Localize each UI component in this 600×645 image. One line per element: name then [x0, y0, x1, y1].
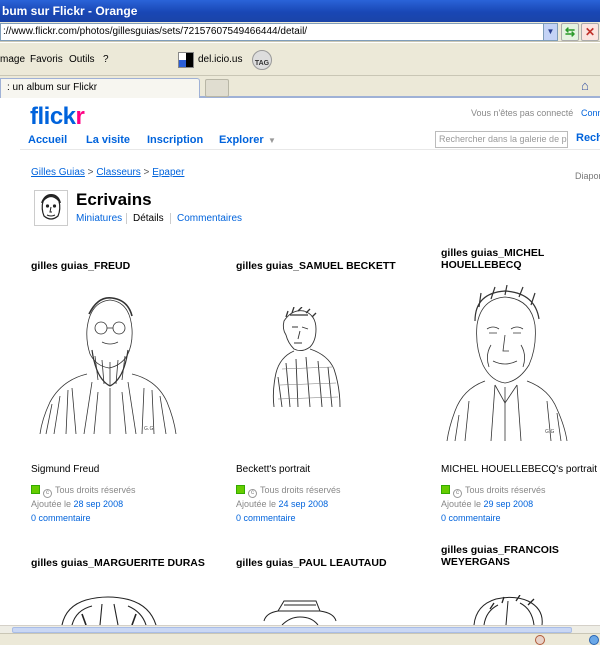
photo-leautaud[interactable] [260, 599, 340, 625]
horizontal-scrollbar[interactable] [0, 625, 600, 633]
license-icon [441, 485, 450, 494]
date-added: Ajoutée le 28 sep 2008 [31, 499, 124, 509]
stop-icon[interactable]: ✕ [581, 23, 599, 41]
subnav-divider [170, 213, 171, 224]
tab-details: Détails [133, 213, 164, 224]
date-added: Ajoutée le 29 sep 2008 [441, 499, 534, 509]
license-info: c Tous droits réservés [441, 485, 546, 498]
signin-note: Vous n'êtes pas connecté [471, 108, 574, 118]
comments-link[interactable]: 0 commentaire [236, 513, 296, 523]
delicious-icon[interactable] [178, 52, 194, 68]
menu-bar: mage Favoris Outils ? del.icio.us TAG [0, 43, 600, 76]
status-bar [0, 633, 600, 645]
avatar[interactable] [34, 190, 68, 226]
license-icon [236, 485, 245, 494]
subnav-divider [126, 213, 127, 224]
copyright-icon: c [43, 489, 52, 498]
photo-card: gilles guias_MICHEL HOUELLEBECQ [441, 247, 591, 271]
search-button[interactable]: Rech [576, 132, 600, 144]
date-link[interactable]: 28 sep 2008 [74, 499, 124, 509]
flickr-logo[interactable]: flickr [30, 103, 85, 131]
window-title-bar: bum sur Flickr - Orange [0, 0, 600, 22]
globe-icon[interactable] [589, 635, 599, 645]
address-bar: ://www.flickr.com/photos/gillesguias/set… [0, 22, 600, 42]
delicious-button[interactable]: del.icio.us [198, 54, 242, 65]
menu-outils[interactable]: Outils [69, 54, 95, 65]
photo-duras[interactable] [52, 594, 162, 625]
svg-text:G.G: G.G [144, 426, 153, 432]
menu-image[interactable]: mage [0, 54, 25, 65]
tab-bar: : un album sur Flickr ⌂ [0, 76, 600, 98]
security-icon[interactable] [535, 635, 545, 645]
slideshow-link[interactable]: Diapor [575, 171, 600, 181]
url-field[interactable]: ://www.flickr.com/photos/gillesguias/set… [0, 23, 544, 41]
license-icon [31, 485, 40, 494]
refresh-icon[interactable]: ⇆ [561, 23, 579, 41]
photo-title[interactable]: gilles guias_PAUL LEAUTAUD [236, 557, 426, 569]
tab-flickr-album[interactable]: : un album sur Flickr [0, 78, 200, 98]
breadcrumb-collections[interactable]: Classeurs [96, 167, 140, 178]
svg-text:G.G: G.G [545, 429, 554, 435]
photo-title[interactable]: gilles guias_MARGUERITE DURAS [31, 557, 221, 569]
set-title: Ecrivains [76, 190, 152, 209]
copyright-icon: c [248, 489, 257, 498]
signin-link[interactable]: Conn [581, 108, 600, 118]
menu-help[interactable]: ? [103, 54, 109, 65]
photo-weyergans[interactable] [468, 594, 548, 625]
nav-accueil[interactable]: Accueil [28, 134, 67, 146]
nav-divider [20, 149, 600, 150]
photo-beckett[interactable] [262, 306, 348, 418]
photo-title[interactable]: gilles guias_MICHEL HOUELLEBECQ [441, 247, 591, 271]
copyright-icon: c [453, 489, 462, 498]
breadcrumb-owner[interactable]: Gilles Guias [31, 167, 85, 178]
date-link[interactable]: 29 sep 2008 [484, 499, 534, 509]
photo-houellebecq[interactable]: G.G [441, 284, 573, 444]
nav-inscription[interactable]: Inscription [147, 134, 203, 146]
photo-card: gilles guias_SAMUEL BECKETT [236, 260, 426, 272]
photo-card: gilles guias_PAUL LEAUTAUD [236, 557, 426, 569]
explorer-dropdown-icon[interactable]: ▼ [268, 136, 276, 145]
date-added: Ajoutée le 24 sep 2008 [236, 499, 329, 509]
comments-link[interactable]: 0 commentaire [31, 513, 91, 523]
window-title: bum sur Flickr - Orange [2, 4, 138, 18]
license-info: c Tous droits réservés [31, 485, 136, 498]
breadcrumb: Gilles Guias > Classeurs > Epaper [31, 167, 185, 178]
new-tab-button[interactable] [205, 79, 229, 97]
breadcrumb-epaper[interactable]: Epaper [152, 167, 184, 178]
photo-title[interactable]: gilles guias_FRANCOIS WEYERGANS [441, 544, 591, 568]
photo-card: gilles guias_MARGUERITE DURAS [31, 557, 221, 569]
search-input[interactable]: Rechercher dans la galerie de pho [435, 131, 568, 148]
photo-card: gilles guias_FRANCOIS WEYERGANS [441, 544, 591, 568]
photo-freud[interactable]: G.G [32, 284, 180, 439]
tab-commentaires[interactable]: Commentaires [177, 213, 242, 224]
photo-caption: MICHEL HOUELLEBECQ's portrait [441, 464, 598, 475]
home-icon[interactable]: ⌂ [581, 79, 595, 93]
nav-explorer[interactable]: Explorer [219, 134, 264, 146]
nav-la-visite[interactable]: La visite [86, 134, 130, 146]
license-info: c Tous droits réservés [236, 485, 341, 498]
web-page: flickr Vous n'êtes pas connecté Conn Acc… [0, 99, 600, 625]
url-dropdown-icon[interactable]: ▼ [544, 23, 558, 41]
photo-card: gilles guias_FREUD [31, 260, 221, 272]
photo-title[interactable]: gilles guias_FREUD [31, 260, 221, 272]
photo-caption: Beckett's portrait [236, 464, 311, 475]
photo-caption: Sigmund Freud [31, 464, 100, 475]
menu-favoris[interactable]: Favoris [30, 54, 63, 65]
date-link[interactable]: 24 sep 2008 [279, 499, 329, 509]
comments-link[interactable]: 0 commentaire [441, 513, 501, 523]
tag-icon[interactable]: TAG [252, 50, 272, 70]
tab-miniatures[interactable]: Miniatures [76, 213, 122, 224]
photo-title[interactable]: gilles guias_SAMUEL BECKETT [236, 260, 426, 272]
